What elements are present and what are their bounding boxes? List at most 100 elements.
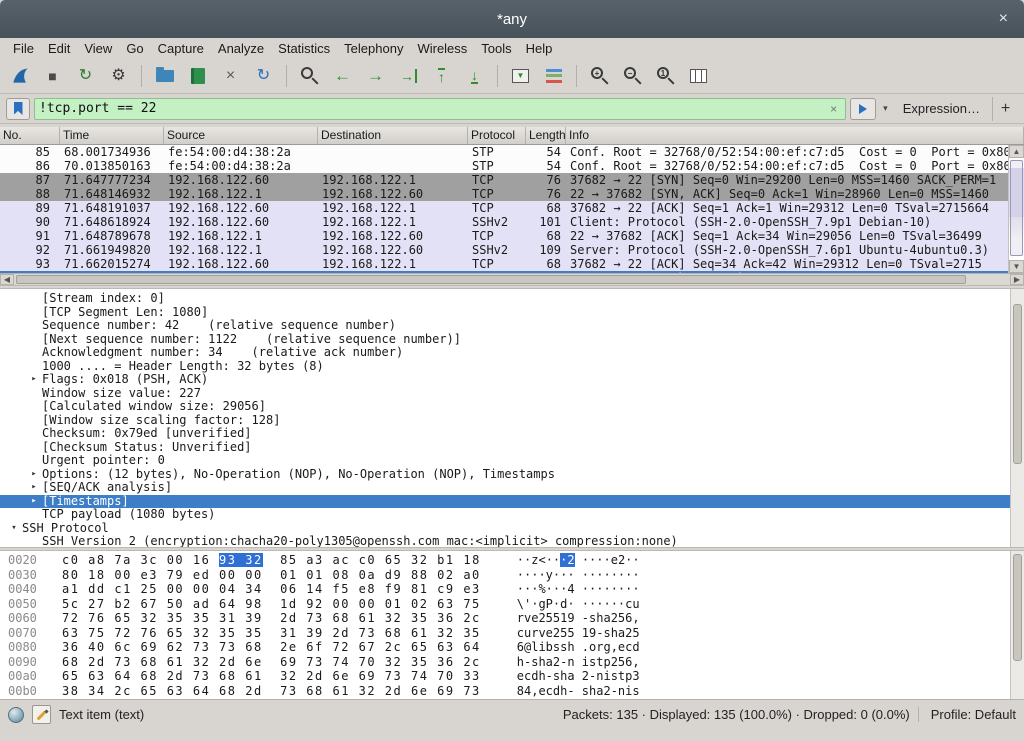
hex-vscrollbar[interactable] xyxy=(1010,551,1024,699)
details-scroll-thumb[interactable] xyxy=(1013,304,1022,464)
hex-row[interactable]: 0020c0 a8 7a 3c 00 16 93 32 85 a3 ac c0 … xyxy=(8,553,1024,568)
menu-item-telephony[interactable]: Telephony xyxy=(337,40,410,57)
menu-item-view[interactable]: View xyxy=(77,40,119,57)
detail-line[interactable]: 1000 .... = Header Length: 32 bytes (8) xyxy=(0,360,1024,374)
packet-row[interactable]: 8971.648191037192.168.122.60192.168.122.… xyxy=(0,201,1008,215)
packet-row[interactable]: 8670.013850163fe:54:00:d4:38:2aSTP54Conf… xyxy=(0,159,1008,173)
detail-line[interactable]: [Stream index: 0] xyxy=(0,292,1024,306)
zoom-in-icon[interactable]: + xyxy=(584,62,615,90)
menu-item-wireless[interactable]: Wireless xyxy=(410,40,474,57)
resize-columns-icon[interactable] xyxy=(683,62,714,90)
open-capture-icon[interactable] xyxy=(149,62,180,90)
menu-item-help[interactable]: Help xyxy=(519,40,560,57)
hex-row[interactable]: 007063 75 72 76 65 32 35 35 31 39 2d 73 … xyxy=(8,626,1024,641)
scroll-right-icon[interactable]: ▶ xyxy=(1010,274,1024,285)
detail-line[interactable]: Urgent pointer: 0 xyxy=(0,454,1024,468)
menu-item-capture[interactable]: Capture xyxy=(151,40,211,57)
detail-line[interactable]: ▸Flags: 0x018 (PSH, ACK) xyxy=(0,373,1024,387)
packet-list-vscrollbar[interactable]: ▲ ▼ xyxy=(1008,145,1024,273)
expand-icon[interactable]: ▸ xyxy=(26,468,42,482)
column-header-time[interactable]: Time xyxy=(60,127,164,144)
profile-label[interactable]: Profile: Default xyxy=(918,707,1016,722)
detail-line[interactable]: [Window size scaling factor: 128] xyxy=(0,414,1024,428)
scroll-down-icon[interactable]: ▼ xyxy=(1009,260,1024,273)
expand-icon[interactable]: ▸ xyxy=(26,481,42,495)
packet-row[interactable]: 8568.001734936fe:54:00:d4:38:2aSTP54Conf… xyxy=(0,145,1008,159)
detail-line[interactable]: [Next sequence number: 1122 (relative se… xyxy=(0,333,1024,347)
hex-row[interactable]: 008036 40 6c 69 62 73 73 68 2e 6f 72 67 … xyxy=(8,640,1024,655)
close-window-icon[interactable]: × xyxy=(993,0,1014,38)
menu-item-edit[interactable]: Edit xyxy=(41,40,77,57)
filter-bookmark-button[interactable] xyxy=(6,98,30,120)
column-header-no[interactable]: No. xyxy=(0,127,60,144)
column-header-protocol[interactable]: Protocol xyxy=(468,127,526,144)
packet-row[interactable]: 8871.648146932192.168.122.1192.168.122.6… xyxy=(0,187,1008,201)
menu-item-go[interactable]: Go xyxy=(119,40,150,57)
column-header-info[interactable]: Info xyxy=(566,127,1024,144)
hex-scroll-thumb[interactable] xyxy=(1013,554,1022,661)
hex-row[interactable]: 009068 2d 73 68 61 32 2d 6e 69 73 74 70 … xyxy=(8,655,1024,670)
expand-icon[interactable]: ▸ xyxy=(26,373,42,387)
detail-line[interactable]: ▸Options: (12 bytes), No-Operation (NOP)… xyxy=(0,468,1024,482)
auto-scroll-icon[interactable]: ▼ xyxy=(505,62,536,90)
packet-list-hscroll-track[interactable] xyxy=(14,274,1010,285)
detail-line[interactable]: ▸[SEQ/ACK analysis] xyxy=(0,481,1024,495)
menu-item-file[interactable]: File xyxy=(6,40,41,57)
column-header-length[interactable]: Length xyxy=(526,127,566,144)
zoom-100-icon[interactable]: 1 xyxy=(650,62,681,90)
detail-line[interactable]: ▾SSH Protocol xyxy=(0,522,1024,536)
packet-list-hscroll-thumb[interactable] xyxy=(16,275,966,284)
packet-row[interactable]: 9271.661949820192.168.122.1192.168.122.6… xyxy=(0,243,1008,257)
reload-icon[interactable]: ↻ xyxy=(248,62,279,90)
detail-line[interactable]: TCP payload (1080 bytes) xyxy=(0,508,1024,522)
start-capture-icon[interactable] xyxy=(4,62,35,90)
capture-comment-button[interactable] xyxy=(32,705,51,724)
detail-line[interactable]: ▸[Timestamps] xyxy=(0,495,1024,509)
packet-row[interactable]: 9071.648618924192.168.122.60192.168.122.… xyxy=(0,215,1008,229)
details-vscrollbar[interactable] xyxy=(1010,289,1024,547)
go-first-packet-icon[interactable]: ↑ xyxy=(426,62,457,90)
packet-row[interactable]: 8771.647777234192.168.122.60192.168.122.… xyxy=(0,173,1008,187)
menu-item-tools[interactable]: Tools xyxy=(474,40,518,57)
detail-line[interactable]: [TCP Segment Len: 1080] xyxy=(0,306,1024,320)
colorize-icon[interactable] xyxy=(538,62,569,90)
collapse-icon[interactable]: ▾ xyxy=(6,522,22,536)
packet-list-hscrollbar[interactable]: ◀ ▶ xyxy=(0,273,1024,285)
packet-list-scroll-thumb[interactable] xyxy=(1010,160,1023,256)
packet-list-scroll-track[interactable] xyxy=(1009,158,1024,260)
packet-row[interactable]: 9371.662015274192.168.122.60192.168.122.… xyxy=(0,257,1008,271)
restart-capture-icon[interactable]: ↻ xyxy=(70,62,101,90)
filter-apply-button[interactable] xyxy=(850,98,876,120)
hex-row[interactable]: 00b038 34 2c 65 63 64 68 2d 73 68 61 32 … xyxy=(8,684,1024,699)
zoom-out-icon[interactable]: − xyxy=(617,62,648,90)
detail-line[interactable]: SSH Version 2 (encryption:chacha20-poly1… xyxy=(0,535,1024,547)
detail-line[interactable]: Window size value: 227 xyxy=(0,387,1024,401)
expert-info-icon[interactable] xyxy=(8,707,24,723)
find-packet-icon[interactable] xyxy=(294,62,325,90)
go-to-packet-icon[interactable]: → xyxy=(393,62,424,90)
scroll-left-icon[interactable]: ◀ xyxy=(0,274,14,285)
scroll-up-icon[interactable]: ▲ xyxy=(1009,145,1024,158)
expand-icon[interactable]: ▸ xyxy=(26,495,42,509)
stop-capture-icon[interactable]: ■ xyxy=(37,62,68,90)
detail-line[interactable]: Checksum: 0x79ed [unverified] xyxy=(0,427,1024,441)
go-back-icon[interactable]: ← xyxy=(327,62,358,90)
go-forward-icon[interactable]: → xyxy=(360,62,391,90)
hex-row[interactable]: 00505c 27 b2 67 50 ad 64 98 1d 92 00 00 … xyxy=(8,597,1024,612)
detail-line[interactable]: Sequence number: 42 (relative sequence n… xyxy=(0,319,1024,333)
packet-row[interactable]: 9171.648789678192.168.122.1192.168.122.6… xyxy=(0,229,1008,243)
close-capture-icon[interactable]: × xyxy=(215,62,246,90)
display-filter-input[interactable] xyxy=(39,101,826,116)
hex-row[interactable]: 003080 18 00 e3 79 ed 00 00 01 01 08 0a … xyxy=(8,568,1024,583)
column-header-source[interactable]: Source xyxy=(164,127,318,144)
filter-clear-icon[interactable]: × xyxy=(826,102,841,116)
column-header-destination[interactable]: Destination xyxy=(318,127,468,144)
hex-row[interactable]: 0040a1 dd c1 25 00 00 04 34 06 14 f5 e8 … xyxy=(8,582,1024,597)
detail-line[interactable]: Acknowledgment number: 34 (relative ack … xyxy=(0,346,1024,360)
add-filter-button[interactable]: + xyxy=(992,97,1018,121)
detail-line[interactable]: [Calculated window size: 29056] xyxy=(0,400,1024,414)
detail-line[interactable]: [Checksum Status: Unverified] xyxy=(0,441,1024,455)
hex-row[interactable]: 006072 76 65 32 35 35 31 39 2d 73 68 61 … xyxy=(8,611,1024,626)
filter-dropdown-caret-icon[interactable]: ▾ xyxy=(880,103,891,114)
hex-row[interactable]: 00a065 63 64 68 2d 73 68 61 32 2d 6e 69 … xyxy=(8,669,1024,684)
